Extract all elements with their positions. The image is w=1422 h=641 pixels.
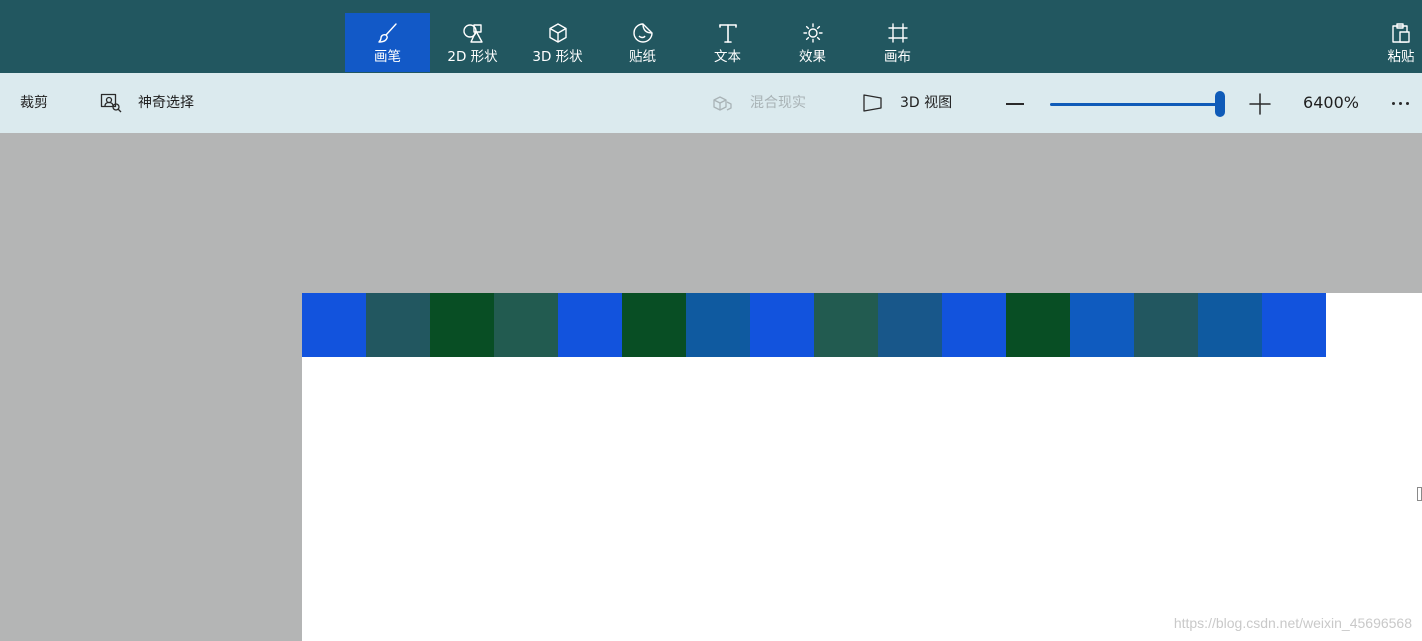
tool-stickers[interactable]: 贴纸: [600, 13, 685, 72]
canvas-resize-handle[interactable]: [1417, 487, 1422, 501]
canvas-pixel: [942, 293, 1006, 357]
3d-view-label: 3D 视图: [900, 95, 953, 111]
paste-icon: [1380, 22, 1422, 44]
crop-label: 裁剪: [20, 95, 48, 111]
zoom-out-button[interactable]: [1003, 92, 1027, 114]
canvas-icon: [855, 22, 940, 44]
magic-select-button[interactable]: 神奇选择: [100, 92, 194, 114]
more-dot: [1405, 101, 1409, 105]
magic-select-icon: [100, 93, 122, 113]
canvas-pixel: [686, 293, 750, 357]
tool-brushes[interactable]: 画笔: [345, 13, 430, 72]
more-dot: [1398, 101, 1402, 105]
zoom-level: 6400%: [1303, 93, 1359, 112]
drawing-canvas[interactable]: [302, 293, 1422, 641]
mixed-reality-icon: [712, 93, 734, 113]
top-toolbar: 画笔 2D 形状 3D 形状 贴纸 文本 效果 画布 粘贴: [0, 0, 1422, 73]
watermark: https://blog.csdn.net/weixin_45696568: [1173, 615, 1412, 631]
tool-label: 画布: [884, 49, 911, 65]
plus-icon: [1249, 93, 1271, 115]
brush-icon: [345, 22, 430, 44]
canvas-pixel: [302, 293, 366, 357]
3d-view-icon: [862, 93, 884, 113]
secondary-toolbar: 裁剪 神奇选择 混合现实 3D 视图 6400%: [0, 73, 1422, 133]
canvas-pixel: [1198, 293, 1262, 357]
tool-canvas[interactable]: 画布: [855, 13, 940, 72]
tool-label: 贴纸: [629, 49, 656, 65]
canvas-pixel: [814, 293, 878, 357]
zoom-slider-track[interactable]: [1050, 103, 1220, 106]
zoom-in-button[interactable]: [1248, 92, 1272, 116]
canvas-pixel: [1006, 293, 1070, 357]
3d-view-button[interactable]: 3D 视图: [862, 92, 952, 114]
effects-icon: [770, 22, 855, 44]
tool-text[interactable]: 文本: [685, 13, 770, 72]
mixed-reality-label: 混合现实: [750, 95, 806, 111]
sticker-icon: [600, 22, 685, 44]
canvas-pixel: [494, 293, 558, 357]
tool-label: 2D 形状: [447, 49, 498, 65]
more-options-button[interactable]: [1384, 92, 1416, 114]
tool-label: 画笔: [374, 49, 401, 65]
magic-select-label: 神奇选择: [138, 95, 194, 111]
canvas-pixel: [558, 293, 622, 357]
tool-2d-shapes[interactable]: 2D 形状: [430, 13, 515, 72]
tool-label: 效果: [799, 49, 826, 65]
zoom-slider-thumb[interactable]: [1215, 91, 1225, 117]
tool-3d-shapes[interactable]: 3D 形状: [515, 13, 600, 72]
mixed-reality-button[interactable]: 混合现实: [712, 92, 806, 114]
canvas-pixel: [878, 293, 942, 357]
canvas-pixel: [1070, 293, 1134, 357]
paste-label: 粘贴: [1387, 49, 1415, 65]
canvas-pixel: [750, 293, 814, 357]
canvas-pixel: [366, 293, 430, 357]
pixel-row: [302, 293, 1326, 357]
paste-button[interactable]: 粘贴: [1380, 13, 1422, 72]
crop-button[interactable]: 裁剪: [20, 92, 48, 114]
2d-shapes-icon: [430, 22, 515, 44]
text-icon: [685, 22, 770, 44]
tool-label: 文本: [714, 49, 741, 65]
tool-effects[interactable]: 效果: [770, 13, 855, 72]
3d-shapes-icon: [515, 22, 600, 44]
canvas-pixel: [1262, 293, 1326, 357]
canvas-pixel: [622, 293, 686, 357]
workspace: https://blog.csdn.net/weixin_45696568: [0, 133, 1422, 641]
canvas-pixel: [1134, 293, 1198, 357]
canvas-pixel: [430, 293, 494, 357]
more-dot: [1391, 101, 1395, 105]
tool-label: 3D 形状: [532, 49, 583, 65]
